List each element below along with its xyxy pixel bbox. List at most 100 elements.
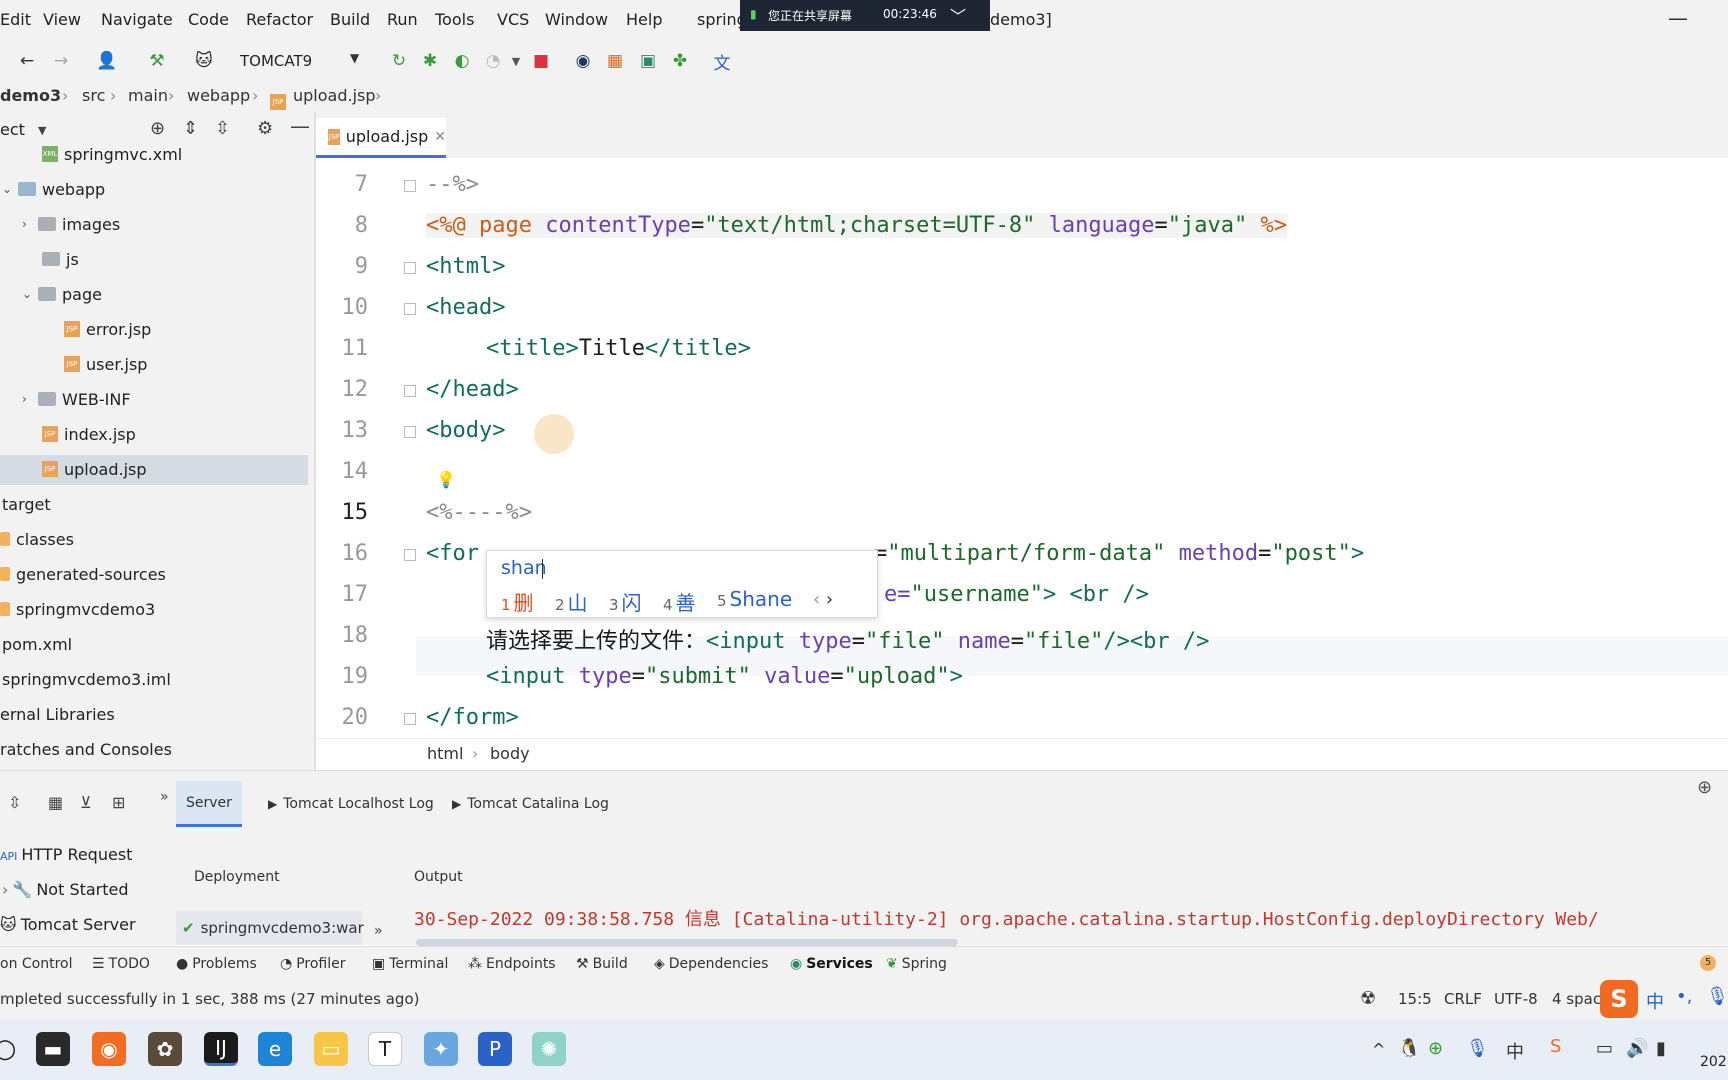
menu-build[interactable]: Build — [330, 10, 370, 29]
breadcrumb-file[interactable]: upload.jsp — [293, 86, 376, 105]
inspection-icon[interactable]: ☢ — [1360, 988, 1376, 1009]
locate-icon[interactable]: ⊕ — [150, 118, 165, 139]
minimize-icon[interactable]: — — [1668, 6, 1688, 30]
tree-item-iml[interactable]: springmvcdemo3.iml — [2, 662, 171, 696]
app-icon[interactable]: ✿ — [148, 1032, 182, 1066]
tool-profiler[interactable]: ◔ Profiler — [280, 956, 346, 972]
fold-marker[interactable] — [404, 303, 416, 315]
menu-refactor[interactable]: Refactor — [246, 10, 313, 29]
ime-candidate[interactable]: 3闪 — [609, 587, 642, 616]
translate-icon[interactable]: 文 — [711, 50, 733, 74]
tree-item-springmvc-xml[interactable]: XML springmvc.xml — [42, 137, 182, 171]
project-structure-icon[interactable]: ▣ — [637, 50, 659, 72]
collapse-icon[interactable]: ⇳ — [8, 793, 21, 812]
search-icon[interactable]: ◉ — [572, 50, 594, 72]
more-icon[interactable]: » — [374, 923, 383, 939]
firefox-icon[interactable]: ◉ — [92, 1032, 126, 1066]
hide-panel-icon[interactable]: — — [290, 114, 310, 138]
line-separator[interactable]: CRLF — [1444, 990, 1482, 1008]
profile-icon[interactable]: ◔ — [482, 50, 504, 72]
sogou-tray-icon[interactable]: S — [1550, 1036, 1561, 1057]
service-not-started[interactable]: › 🔧 Not Started — [2, 880, 129, 899]
fold-marker[interactable] — [404, 713, 416, 725]
fold-marker[interactable] — [404, 385, 416, 397]
indent-setting[interactable]: 4 spac — [1552, 990, 1601, 1008]
plugin-icon[interactable]: ✤ — [669, 50, 691, 72]
ime-candidate[interactable]: 4善 — [663, 587, 696, 616]
ime-page-nav[interactable]: ‹ › — [813, 589, 833, 610]
tool-terminal[interactable]: ▣ Terminal — [372, 956, 448, 972]
add-service-icon[interactable]: ⊞ — [112, 793, 125, 812]
battery-icon[interactable]: ▮ — [1656, 1038, 1666, 1059]
tree-item-js[interactable]: js — [42, 242, 79, 276]
chevron-right-icon[interactable]: › — [22, 217, 38, 231]
tool-todo[interactable]: ☰ TODO — [92, 956, 150, 972]
qq-icon[interactable]: 🐧 — [1398, 1038, 1420, 1059]
service-http-request[interactable]: API HTTP Request — [0, 845, 132, 864]
service-tomcat-server[interactable]: 🐱 Tomcat Server — [0, 915, 136, 934]
forward-icon[interactable]: → — [50, 50, 72, 72]
chevron-down-icon[interactable]: ⌄ — [22, 287, 38, 301]
chevron-right-icon[interactable]: › — [22, 392, 38, 406]
app-icon[interactable]: ✺ — [532, 1032, 566, 1066]
menu-code[interactable]: Code — [188, 10, 229, 29]
tool-dependencies[interactable]: ◈ Dependencies — [654, 956, 768, 972]
deployment-item[interactable]: ✔ springmvcdemo3:war — [176, 911, 364, 945]
tab-tomcat-localhost-log[interactable]: ▶ Tomcat Localhost Log — [258, 781, 444, 827]
more-icon[interactable]: » — [160, 789, 169, 805]
back-icon[interactable]: ← — [16, 50, 38, 72]
crumb-body[interactable]: body — [490, 744, 530, 763]
breadcrumb-src[interactable]: src — [82, 86, 105, 105]
microphone-icon[interactable]: 🎙 — [1466, 1038, 1489, 1059]
tool-build[interactable]: ⚒ Build — [576, 956, 628, 972]
microphone-icon[interactable]: 🎙 — [1706, 986, 1728, 1007]
tool-endpoints[interactable]: ⁂ Endpoints — [468, 956, 556, 972]
menu-edit[interactable]: Edit — [0, 10, 31, 29]
tree-item-upload-jsp[interactable]: JSP upload.jsp — [42, 452, 147, 486]
menu-tools[interactable]: Tools — [435, 10, 474, 29]
tree-item-user-jsp[interactable]: JSP user.jsp — [64, 347, 147, 381]
rerun-icon[interactable]: ↻ — [388, 50, 410, 72]
code-editor[interactable]: 7 8 9 10 11 12 13 14 15 16 17 18 19 20 -… — [316, 158, 1728, 738]
menu-vcs[interactable]: VCS — [497, 10, 529, 29]
chevron-down-icon[interactable]: ▼ — [505, 50, 527, 72]
project-view-selector[interactable]: ect — [0, 120, 25, 139]
collapse-all-icon[interactable]: ⇳ — [215, 118, 230, 139]
tray-app-icon[interactable]: ⊕ — [1428, 1038, 1443, 1059]
tab-server[interactable]: Server — [176, 781, 242, 827]
ime-mode-indicator[interactable]: 中 — [1646, 988, 1664, 1014]
ime-candidate[interactable]: 2山 — [555, 587, 588, 616]
tree-item-target[interactable]: target — [2, 487, 51, 521]
ime-candidate[interactable]: 1删 — [501, 587, 534, 616]
ime-candidate[interactable]: 5 Shane — [717, 587, 792, 611]
debug-icon[interactable]: ✱ — [419, 50, 441, 72]
file-encoding[interactable]: UTF-8 — [1494, 990, 1538, 1008]
fold-marker[interactable] — [404, 262, 416, 274]
gear-icon[interactable]: ⚙ — [257, 118, 273, 139]
tree-item-external-libraries[interactable]: ernal Libraries — [0, 697, 115, 731]
tab-upload-jsp[interactable]: JSP upload.jsp ✕ — [316, 118, 446, 158]
tree-item-images[interactable]: › images — [22, 207, 120, 241]
run-config-selector[interactable]: 🐱 TOMCAT9 ▼ — [190, 46, 372, 76]
breadcrumb-main[interactable]: main — [128, 86, 168, 105]
tool-spring[interactable]: ❦ Spring — [886, 956, 947, 972]
menu-run[interactable]: Run — [387, 10, 418, 29]
file-explorer-icon[interactable]: ▭ — [314, 1032, 348, 1066]
tree-item-scratches[interactable]: ratches and Consoles — [0, 732, 172, 766]
fold-marker[interactable] — [404, 180, 416, 192]
chevron-down-icon[interactable]: ﹀ — [950, 3, 966, 27]
build-hammer-icon[interactable]: ⚒ — [146, 50, 168, 72]
chevron-down-icon[interactable]: ⌄ — [2, 182, 18, 196]
tree-item-error-jsp[interactable]: JSP error.jsp — [64, 312, 151, 346]
menu-window[interactable]: Window — [545, 10, 608, 29]
tool-problems[interactable]: ● Problems — [176, 956, 257, 972]
menu-help[interactable]: Help — [626, 10, 662, 29]
menu-view[interactable]: View — [43, 10, 81, 29]
caret-position[interactable]: 15:5 — [1398, 990, 1432, 1008]
tab-tomcat-catalina-log[interactable]: ▶ Tomcat Catalina Log — [442, 781, 619, 827]
menu-navigate[interactable]: Navigate — [101, 10, 173, 29]
tool-version-control[interactable]: on Control — [0, 956, 73, 972]
fold-marker[interactable] — [404, 426, 416, 438]
volume-icon[interactable]: 🔊 — [1626, 1038, 1648, 1059]
tool-services[interactable]: ◉ Services — [790, 956, 873, 972]
